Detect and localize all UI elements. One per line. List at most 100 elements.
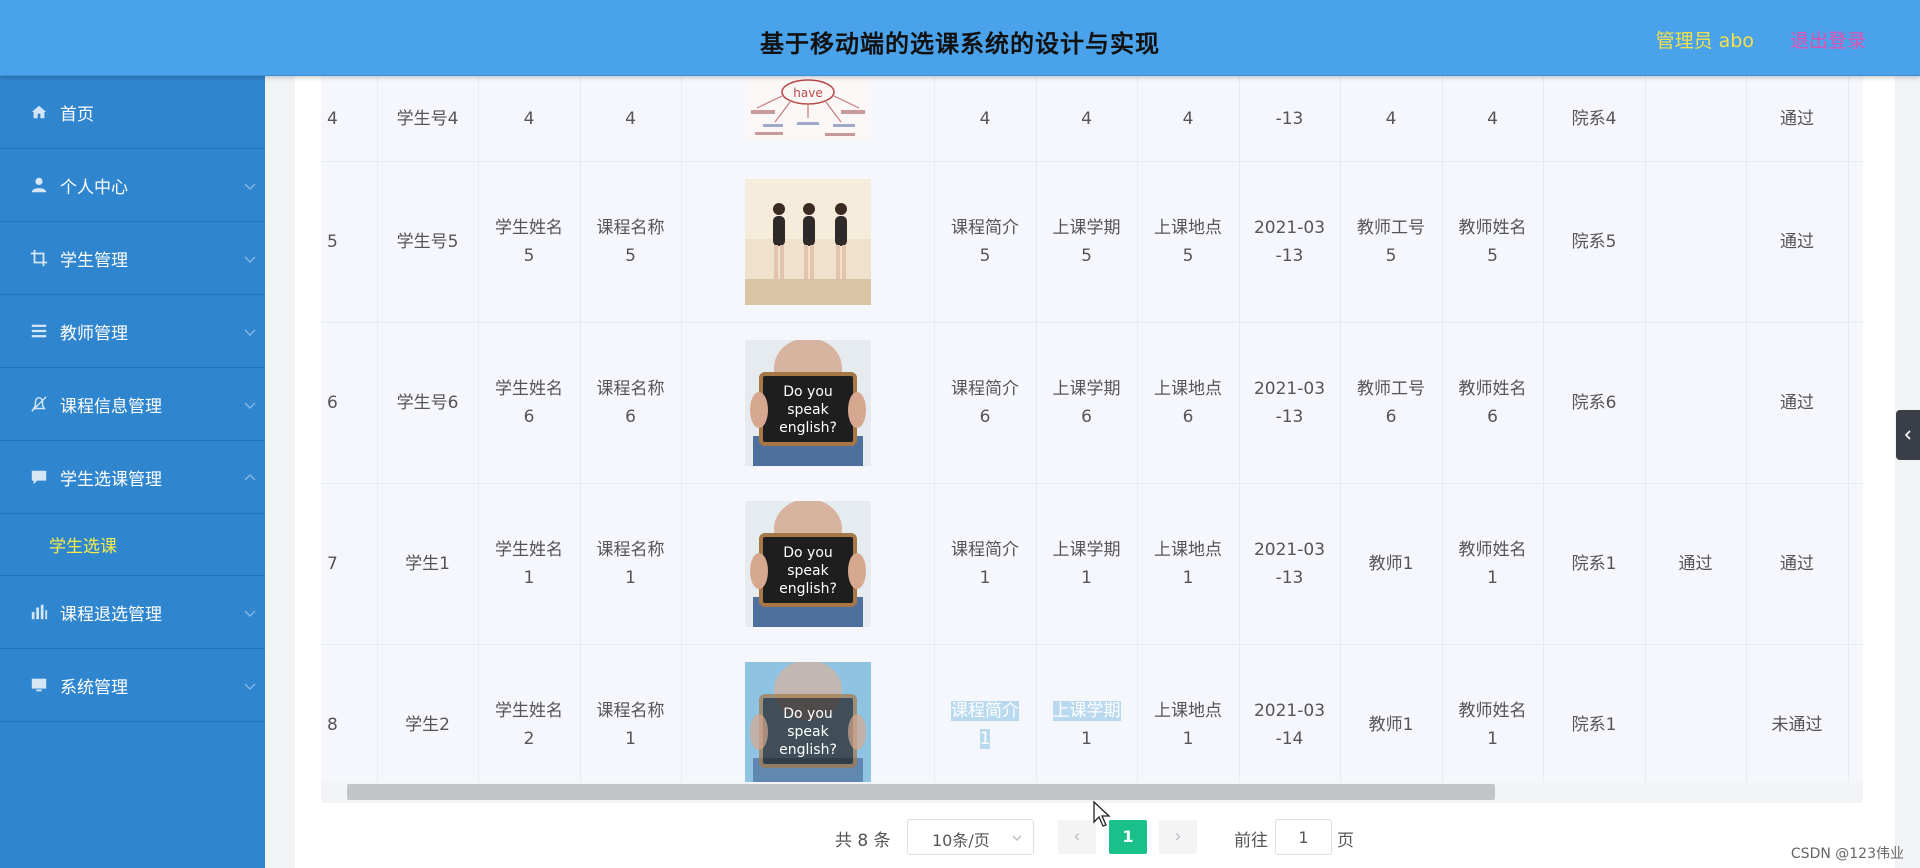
- page-number-current[interactable]: 1: [1109, 820, 1147, 854]
- sidebar-item-course-selection[interactable]: 学生选课管理: [0, 441, 265, 514]
- cell-text-line: 1: [1081, 567, 1092, 588]
- sign-text-line: english?: [779, 742, 837, 758]
- sidebar-item-profile[interactable]: 个人中心: [0, 149, 265, 222]
- table-row[interactable]: 8 学生2 学生姓名 2 课程名称 1 Do you speak english? 课程简…: [321, 644, 1863, 803]
- page-size-value: 10条/页: [932, 831, 990, 850]
- table-cell-pad: [1848, 644, 1863, 803]
- cell-text-line: 6: [625, 406, 636, 427]
- sidebar-item-courses[interactable]: 课程信息管理: [0, 368, 265, 441]
- table-cell: 4: [1442, 76, 1544, 162]
- cell-text-line: 2021-03: [1253, 378, 1326, 399]
- course-image-thumb[interactable]: Do you speak english?: [744, 500, 871, 627]
- collapse-panel-button[interactable]: [1896, 410, 1920, 460]
- row-index: 4: [321, 76, 378, 162]
- cell-text-line: 2: [523, 728, 535, 749]
- table-cell: 学生号6: [377, 322, 479, 484]
- page-size-select[interactable]: 10条/页: [907, 819, 1034, 855]
- sidebar-item-label: 个人中心: [60, 177, 128, 198]
- course-image-thumb[interactable]: Do you speak english?: [744, 661, 871, 788]
- table-cell: 4: [580, 76, 682, 162]
- chat-icon: [30, 468, 48, 486]
- cell-text-line: 院系1: [1571, 714, 1617, 735]
- cell-text-line: -13: [1275, 567, 1304, 588]
- cell-text-line: 课程简介: [951, 378, 1019, 399]
- table-cell: 教师姓名 1: [1442, 483, 1544, 645]
- cell-text-line: 1: [979, 567, 991, 588]
- table-cell: 课程简介 5: [934, 161, 1037, 323]
- page-suffix: 页: [1337, 831, 1354, 851]
- sign-text-line: Do you: [783, 706, 833, 722]
- table-cell: 2021-03 -14: [1239, 644, 1341, 803]
- cell-text-line: 上课地点: [1154, 539, 1222, 560]
- cell-text-line: 6: [1385, 406, 1397, 427]
- course-image-cell: Do you speak english?: [681, 644, 935, 803]
- table-cell: 院系1: [1543, 644, 1646, 803]
- table-cell: 学生号5: [377, 161, 479, 323]
- table-cell: 课程简介 1: [934, 483, 1037, 645]
- logout-link[interactable]: 退出登录: [1790, 26, 1866, 53]
- next-page-button[interactable]: ›: [1159, 820, 1197, 854]
- cell-text-line: 学生号4: [396, 108, 459, 129]
- table-row[interactable]: 6 学生号6 学生姓名 6 课程名称 6 Do you speak english? 课程…: [321, 322, 1863, 484]
- sidebar-item-teachers[interactable]: 教师管理: [0, 295, 265, 368]
- course-image-thumb[interactable]: Do you speak english?: [744, 339, 871, 466]
- sidebar-item-students[interactable]: 学生管理: [0, 222, 265, 295]
- sidebar-item-course-withdrawal[interactable]: 课程退选管理: [0, 576, 265, 649]
- table-cell: 4: [1137, 76, 1240, 162]
- current-user: 管理员 abo: [1655, 30, 1754, 52]
- table-cell: 未通过: [1746, 644, 1849, 803]
- cell-text-line: 5: [979, 245, 991, 266]
- cell-text-line: 学生姓名: [495, 217, 563, 238]
- table-cell: 院系5: [1543, 161, 1646, 323]
- table-cell: 学生2: [377, 644, 479, 803]
- sidebar-item-home[interactable]: 首页: [0, 76, 265, 149]
- sidebar-item-label: 教师管理: [60, 323, 128, 344]
- cell-text-line: 6: [523, 406, 535, 427]
- sidebar-item-label: 课程信息管理: [60, 396, 162, 417]
- cell-text-line: 学生姓名: [495, 539, 563, 560]
- menu-icon: [30, 322, 48, 340]
- chevron-down-icon: [244, 683, 256, 691]
- table-cell: -13: [1239, 76, 1341, 162]
- sign-text-line: speak: [787, 402, 829, 418]
- table-cell: 课程简介 1: [934, 644, 1037, 803]
- monitor-icon: [30, 676, 48, 694]
- prev-page-button[interactable]: ‹: [1058, 820, 1096, 854]
- table-row[interactable]: 7 学生1 学生姓名 1 课程名称 1 Do you speak english? 课程简…: [321, 483, 1863, 645]
- row-index: 7: [321, 483, 378, 645]
- top-header: 基于移动端的选课系统的设计与实现 管理员 abo 退出登录: [0, 0, 1920, 76]
- course-image-thumb[interactable]: [744, 178, 871, 305]
- cell-text-line: 1: [1487, 728, 1498, 749]
- cell-text-line: 1: [979, 728, 991, 749]
- table-cell: 学生姓名 6: [478, 322, 581, 484]
- horizontal-scrollbar[interactable]: [347, 784, 1495, 800]
- table-cell: 课程名称 6: [580, 322, 682, 484]
- submenu-item-student-selection[interactable]: 学生选课: [0, 514, 265, 576]
- course-image: have: [744, 77, 871, 141]
- cell-text-line: 2021-03: [1253, 700, 1326, 721]
- chevron-down-icon: [244, 256, 256, 264]
- sidebar-item-system[interactable]: 系统管理: [0, 649, 265, 722]
- goto-page-input[interactable]: [1275, 819, 1332, 855]
- user-icon: [30, 176, 48, 194]
- cell-text-line: 课程简介: [951, 217, 1019, 238]
- cell-text-line: 4: [1081, 108, 1092, 129]
- cell-text-line: 课程名称: [596, 539, 665, 560]
- table-cell: 4: [478, 76, 581, 162]
- table-cell: [1645, 644, 1747, 803]
- cell-text-line: 院系1: [1571, 553, 1617, 574]
- table-cell: 上课地点 1: [1137, 644, 1240, 803]
- table-cell: 2021-03 -13: [1239, 161, 1341, 323]
- chevron-left-icon: [1904, 430, 1911, 440]
- table-cell: 课程名称 5: [580, 161, 682, 323]
- course-selection-table: 4 学生号4 4 4 have 4 4 4 -13 4 4 院系4 通过 5 学生号5 学生姓名 5 课程名称…: [321, 76, 1863, 803]
- table-cell: 4: [1036, 76, 1138, 162]
- table-row[interactable]: 5 学生号5 学生姓名 5 课程名称 5 课程简介 5 上课学期 5 上课地点 5 2021-03 -1…: [321, 161, 1863, 323]
- course-image-thumb[interactable]: have: [744, 77, 871, 141]
- sign-text-line: speak: [787, 563, 829, 579]
- table-cell: 上课学期 1: [1036, 483, 1138, 645]
- table-row[interactable]: 4 学生号4 4 4 have 4 4 4 -13 4 4 院系4 通过: [321, 76, 1863, 162]
- cell-text-line: 5: [1385, 245, 1397, 266]
- table-cell: 4: [934, 76, 1037, 162]
- cell-text-line: -13: [1275, 406, 1304, 427]
